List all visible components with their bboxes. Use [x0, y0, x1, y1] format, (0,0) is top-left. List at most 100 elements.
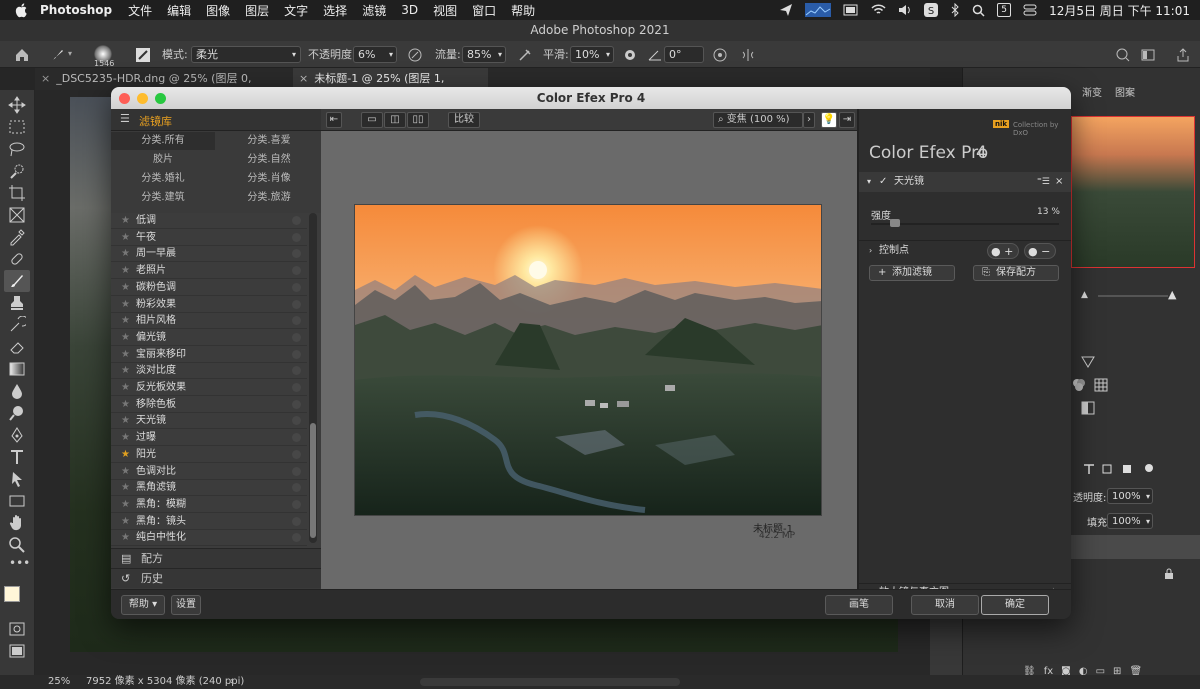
lasso-tool-icon[interactable]	[8, 140, 26, 158]
filter-item[interactable]: ★ 移除色板	[111, 397, 307, 413]
tab-patterns[interactable]: 图案	[1115, 84, 1135, 99]
star-icon[interactable]: ★	[121, 380, 130, 396]
pressure-size-icon[interactable]	[712, 47, 728, 63]
star-icon[interactable]: ★	[121, 514, 130, 530]
close-icon[interactable]: ×	[1055, 172, 1063, 192]
menu-file[interactable]: 文件	[128, 2, 152, 19]
filter-item[interactable]: ★ 相片风格	[111, 313, 307, 330]
type-layer-icon[interactable]	[1083, 463, 1095, 475]
gradient-map-icon[interactable]	[1081, 401, 1095, 415]
preview-toggle-icon[interactable]	[292, 232, 301, 242]
preview-toggle-icon[interactable]	[292, 366, 301, 376]
apple-icon[interactable]	[14, 2, 30, 18]
marquee-tool-icon[interactable]	[8, 118, 26, 136]
preview-toggle-icon[interactable]	[292, 499, 301, 509]
strength-slider-thumb[interactable]	[890, 219, 901, 227]
navigator-zoom-slider[interactable]	[1098, 295, 1168, 297]
menu-3d[interactable]: 3D	[401, 3, 418, 17]
airbrush-icon[interactable]	[517, 47, 533, 63]
scrollbar-thumb[interactable]	[310, 423, 316, 538]
layer-row-selected[interactable]	[1071, 535, 1200, 559]
filter-item[interactable]: ★ 粉彩效果	[111, 297, 307, 313]
smoothing-input[interactable]: 10% ▾	[570, 46, 614, 63]
activity-graph-icon[interactable]	[805, 3, 832, 17]
filter-item[interactable]: ★ 过曝	[111, 430, 307, 447]
category-favorites[interactable]: 分类.喜爱	[217, 132, 321, 150]
recipes-section[interactable]: ▤ 配方	[111, 548, 321, 568]
send-icon[interactable]	[779, 3, 793, 17]
preview-toggle-icon[interactable]	[292, 416, 301, 426]
search-icon[interactable]	[972, 4, 985, 17]
preview-toggle-icon[interactable]	[292, 299, 301, 309]
preview-toggle-icon[interactable]	[292, 533, 301, 543]
add-control-point-button[interactable]: ● +	[987, 243, 1019, 259]
zoom-arrow-button[interactable]: ›	[803, 112, 815, 128]
chevron-down-icon[interactable]: ▾	[68, 49, 72, 58]
history-section[interactable]: ↺ 历史	[111, 568, 321, 588]
screen-mode-icon[interactable]	[8, 642, 26, 660]
transform-layer-icon[interactable]	[1101, 463, 1113, 475]
preview-toggle-icon[interactable]	[292, 316, 301, 326]
gradient-tool-icon[interactable]	[8, 360, 26, 378]
s-app-icon[interactable]: S	[924, 3, 939, 17]
mode-select[interactable]: 柔光 ▾	[191, 46, 301, 63]
preview-toggle-icon[interactable]	[292, 466, 301, 476]
zoom-tool-icon[interactable]	[8, 536, 26, 554]
preview-toggle-icon[interactable]	[292, 282, 301, 292]
close-window-button[interactable]	[119, 93, 130, 104]
chevron-down-icon[interactable]: ▾	[867, 172, 871, 192]
star-icon[interactable]: ★	[121, 530, 130, 546]
preview-toggle-icon[interactable]	[292, 433, 301, 443]
angle-icon[interactable]	[647, 47, 663, 63]
save-recipe-button[interactable]: ⎘ 保存配方	[973, 265, 1059, 281]
grid-map-icon[interactable]	[1094, 378, 1108, 392]
filter-menu-icon[interactable]: ⁼☰	[1037, 172, 1050, 192]
preview-toggle-icon[interactable]	[292, 449, 301, 459]
ok-button[interactable]: 确定	[981, 595, 1049, 615]
wifi-icon[interactable]	[871, 4, 886, 16]
preview-image[interactable]	[354, 204, 822, 516]
star-icon[interactable]: ★	[121, 347, 130, 363]
category-all[interactable]: 分类.所有	[111, 132, 215, 150]
lock-icon[interactable]	[1163, 568, 1175, 580]
star-icon[interactable]: ★	[121, 447, 130, 463]
symmetry-icon[interactable]	[740, 47, 756, 63]
pressure-opacity-icon[interactable]	[407, 47, 423, 63]
date-badge-icon[interactable]: 5	[997, 3, 1012, 17]
toggle-right-panel-button[interactable]: ⇥	[839, 112, 855, 128]
minimize-window-button[interactable]	[137, 93, 148, 104]
filter-list-scrollbar[interactable]	[309, 213, 317, 543]
filter-item[interactable]: ★ 淡对比度	[111, 363, 307, 380]
menubar-clock[interactable]: 12月5日 周日 下午 11:01	[1049, 2, 1190, 19]
side-by-side-button[interactable]: ▯▯	[407, 112, 429, 128]
eraser-tool-icon[interactable]	[8, 338, 26, 356]
category-travel[interactable]: 分类.旅游	[217, 189, 321, 207]
pen-tool-icon[interactable]	[8, 426, 26, 444]
brush-tool-icon[interactable]	[8, 272, 26, 290]
star-icon[interactable]: ★	[121, 330, 130, 346]
star-icon[interactable]: ★	[121, 230, 130, 246]
filter-item[interactable]: ★ 色调对比	[111, 464, 307, 480]
share-icon[interactable]	[1175, 47, 1191, 63]
move-tool-icon[interactable]	[8, 96, 26, 114]
healing-tool-icon[interactable]	[8, 250, 26, 268]
rectangle-tool-icon[interactable]	[8, 492, 26, 510]
preview-toggle-icon[interactable]	[292, 266, 301, 276]
layer-opacity-input[interactable]: 100% ▾	[1107, 488, 1153, 504]
dodge-tool-icon[interactable]	[8, 404, 26, 422]
zoom-window-button[interactable]	[155, 93, 166, 104]
category-nature[interactable]: 分类.自然	[217, 151, 321, 169]
preview-toggle-icon[interactable]	[292, 483, 301, 493]
brush-tool-icon[interactable]	[50, 47, 66, 63]
compare-button[interactable]: 比较	[448, 112, 480, 128]
star-icon[interactable]: ★	[121, 480, 130, 496]
star-icon[interactable]: ★	[121, 246, 130, 262]
smart-object-icon[interactable]	[1121, 463, 1133, 475]
menu-view[interactable]: 视图	[433, 2, 457, 19]
hand-tool-icon[interactable]	[8, 514, 26, 532]
brush-button[interactable]: 画笔	[825, 595, 893, 615]
remove-control-point-button[interactable]: ● −	[1024, 243, 1056, 259]
filter-item[interactable]: ★ 周一早晨	[111, 246, 307, 263]
star-icon[interactable]: ★	[121, 413, 130, 429]
filter-item[interactable]: ★ 纯白中性化	[111, 530, 307, 547]
